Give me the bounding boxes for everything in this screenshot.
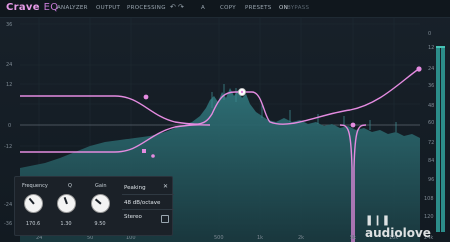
band-toggle-icon[interactable] (161, 215, 169, 223)
q-knob[interactable] (57, 194, 76, 213)
svg-text:48: 48 (428, 103, 434, 109)
gain-knob[interactable] (91, 194, 110, 213)
band-control-panel: Frequency Q Gain 170.6 1.30 9.50 Peaking… (14, 176, 174, 236)
frequency-knob[interactable] (24, 194, 43, 213)
q-label: Q (68, 183, 72, 189)
close-band-icon[interactable]: ✕ (163, 183, 168, 190)
meter-scale: 0 12 24 36 48 60 72 84 96 108 120 (424, 31, 434, 220)
y-tick-label: 12 (6, 82, 12, 88)
y-tick-label: 24 (6, 62, 12, 68)
y-tick-label: -36 (4, 221, 12, 227)
band-node-notch[interactable] (350, 122, 356, 128)
output-meter-peak (436, 46, 445, 48)
svg-text:72: 72 (428, 140, 434, 146)
output-meter-left (436, 46, 440, 232)
band-node-1[interactable] (143, 94, 149, 100)
menu-bypass[interactable]: BYPASS (287, 5, 309, 11)
q-value[interactable]: 1.30 (55, 221, 77, 227)
redo-icon[interactable]: ↷ (178, 3, 184, 11)
band-node-3[interactable] (151, 154, 155, 158)
svg-text:0: 0 (428, 31, 431, 37)
menu-ab-toggle[interactable]: A (201, 5, 205, 11)
app-logo: Crave EQ (6, 2, 59, 13)
y-tick-label: 0 (8, 123, 11, 129)
y-tick-label: -24 (4, 202, 12, 208)
band-node-high-shelf[interactable] (416, 66, 422, 72)
svg-text:24: 24 (428, 66, 434, 72)
frequency-value[interactable]: 170.6 (22, 221, 44, 227)
x-tick-label: 5k (350, 235, 356, 241)
gain-value[interactable]: 9.50 (89, 221, 111, 227)
frequency-label: Frequency (22, 183, 48, 189)
svg-text:12: 12 (428, 45, 434, 51)
watermark-logo: ❚❙❚ audiolove (365, 215, 431, 240)
menu-output[interactable]: OUTPUT (96, 5, 120, 11)
menu-analyzer[interactable]: ANALYZER (57, 5, 88, 11)
menu-processing[interactable]: PROCESSING (127, 5, 166, 11)
gain-label: Gain (95, 183, 107, 189)
y-tick-label: -12 (4, 144, 12, 150)
menu-presets[interactable]: PRESETS (245, 5, 272, 11)
undo-icon[interactable]: ↶ (170, 3, 176, 11)
svg-text:60: 60 (428, 120, 434, 126)
svg-text:96: 96 (428, 177, 434, 183)
x-tick-label: 2k (298, 235, 304, 241)
svg-text:108: 108 (424, 196, 434, 202)
band-node-selected-center (240, 90, 244, 94)
x-tick-label: 1k (257, 235, 263, 241)
y-axis: 36 24 12 0 -12 -24 -36 (4, 22, 12, 227)
svg-text:36: 36 (428, 83, 434, 89)
slope-select[interactable]: 48 dB/octave (122, 200, 174, 210)
svg-text:84: 84 (428, 158, 434, 164)
top-bar: Crave EQ ANALYZER OUTPUT PROCESSING ↶ ↷ … (0, 0, 450, 18)
eq-window: Crave EQ ANALYZER OUTPUT PROCESSING ↶ ↷ … (0, 0, 450, 242)
band-node-2[interactable] (142, 149, 146, 153)
y-tick-label: 36 (6, 22, 12, 28)
menu-copy[interactable]: COPY (220, 5, 236, 11)
output-meter-right (441, 46, 445, 232)
x-tick-label: 500 (214, 235, 224, 241)
